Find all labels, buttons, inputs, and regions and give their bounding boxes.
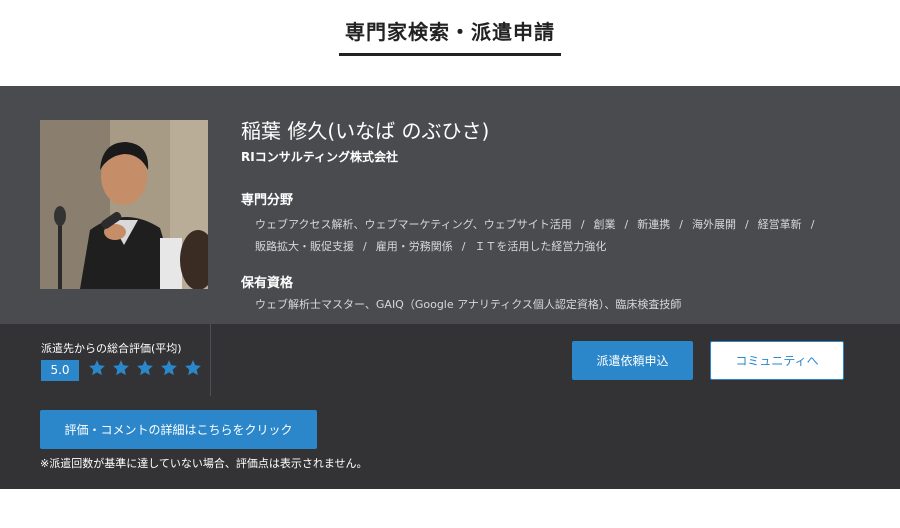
specialty-item: 新連携 (637, 218, 671, 231)
specialty-item: 海外展開 (691, 218, 736, 231)
qualification-heading: 保有資格 (241, 276, 294, 291)
specialty-separator: / (679, 218, 683, 231)
dispatch-request-button[interactable]: 派遣依頼申込 (572, 341, 693, 380)
expert-company: RIコンサルティング株式会社 (241, 150, 398, 164)
specialty-item: ＩＴを活用した経営力強化 (474, 240, 607, 253)
specialty-separator: / (461, 240, 466, 253)
community-button[interactable]: コミュニティへ (710, 341, 844, 380)
specialty-list: ウェブアクセス解析、ウェブマーケティング、ウェブサイト活用 / 創業 / 新連携 / 海外展… (241, 214, 861, 258)
expert-photo-image (40, 120, 208, 289)
rating-action-panel: 派遣先からの総合評価(平均) 5.0 派遣依頼申込 コミュニティへ 評価・コメン… (0, 324, 900, 489)
rating-label: 派遣先からの総合評価(平均) (41, 342, 182, 355)
star-icon (113, 360, 129, 376)
specialty-item: ウェブアクセス解析、ウェブマーケティング、ウェブサイト活用 (255, 218, 572, 231)
expert-info: 稲葉 修久(いなば のぶひさ) RIコンサルティング株式会社 専門分野 ウェブア… (241, 118, 861, 312)
specialty-heading: 専門分野 (241, 193, 294, 208)
specialty-separator: / (624, 218, 629, 231)
specialty-item: 創業 (593, 218, 616, 231)
star-icon (161, 360, 178, 376)
rating-note: ※派遣回数が基準に達していない場合、評価点は表示されません。 (40, 457, 368, 470)
specialty-item: 経営革新 (757, 218, 802, 231)
specialty-separator: / (810, 218, 815, 231)
specialty-item: 雇用・労務関係 (375, 240, 453, 253)
page-title-wrap: 専門家検索・派遣申請 (0, 16, 900, 56)
page-title: 専門家検索・派遣申請 (339, 16, 561, 56)
star-icon (137, 360, 154, 376)
star-icon (185, 360, 202, 376)
expert-profile-panel: 稲葉 修久(いなば のぶひさ) RIコンサルティング株式会社 専門分野 ウェブア… (0, 86, 900, 324)
specialty-separator: / (744, 218, 749, 231)
specialty-separator: / (580, 218, 585, 231)
specialty-separator: / (363, 240, 367, 253)
rating-stars (88, 359, 203, 381)
specialty-item: 販路拡大・販促支援 (255, 240, 354, 253)
star-icon (89, 360, 105, 376)
expert-name: 稲葉 修久(いなば のぶひさ) (241, 119, 490, 143)
rating-score-badge: 5.0 (41, 360, 79, 381)
expert-photo (40, 120, 208, 289)
rating-detail-button[interactable]: 評価・コメントの詳細はこちらをクリック (40, 410, 317, 449)
vertical-divider (210, 324, 211, 396)
qualification-text: ウェブ解析士マスター、GAIQ（Google アナリティクス個人認定資格）、臨床… (255, 298, 682, 311)
